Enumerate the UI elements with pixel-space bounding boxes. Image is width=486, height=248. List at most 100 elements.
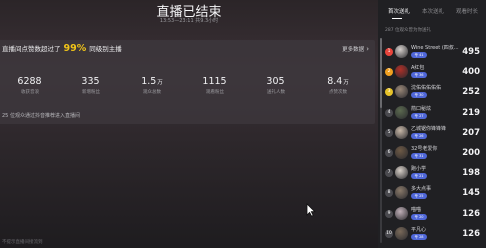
- stats-headline-prefix: 直播间点赞数超过了: [2, 45, 61, 53]
- fan-level-badge: 专 28: [411, 233, 427, 240]
- stat-label: 点赞次数: [329, 90, 347, 95]
- chevron-right-icon: ›: [366, 45, 369, 53]
- stat-value: 1.5: [141, 76, 157, 87]
- gift-score: 207: [462, 127, 480, 138]
- mouse-cursor-icon: [306, 202, 316, 221]
- avatar[interactable]: [395, 125, 408, 139]
- rank-number: 9: [385, 209, 393, 218]
- stat-fan-viewers: 1115 观看粉丝: [185, 76, 245, 95]
- stat-total-viewers: 1.5万 观众总数: [122, 76, 182, 95]
- avatar[interactable]: [395, 166, 408, 180]
- stat-value: 305: [266, 76, 285, 87]
- stat-gift-senders: 305 送礼人数: [246, 76, 306, 95]
- gift-score: 126: [462, 228, 480, 239]
- more-data-link[interactable]: 更多数据 ›: [342, 45, 369, 53]
- rank-number: 8: [385, 189, 393, 198]
- user-name: 32号老爱你: [411, 146, 438, 152]
- stat-likes: 8.4万 点赞次数: [308, 76, 368, 95]
- fan-level-badge: 专 36: [411, 72, 427, 79]
- rank-number: 7: [385, 169, 393, 178]
- fan-level-badge: 专 25: [411, 193, 427, 200]
- avatar[interactable]: [395, 85, 408, 99]
- stat-label: 观看粉丝: [206, 90, 224, 95]
- stat-label: 观众总数: [143, 90, 161, 95]
- gift-score: 495: [462, 47, 480, 57]
- gift-score: 200: [462, 148, 480, 158]
- tab-watch-time[interactable]: 观看时长: [456, 7, 478, 15]
- stat-label: 送礼人数: [267, 90, 285, 95]
- bottom-hint: 不提示直播间接流到: [2, 240, 43, 245]
- tab-this-gift[interactable]: 本次送礼: [422, 7, 444, 15]
- rank-number: 10: [385, 229, 393, 238]
- avatar[interactable]: [395, 226, 408, 240]
- ranking-row[interactable]: 4 箭口秘炫专 27 219: [385, 103, 486, 124]
- stat-value: 1115: [202, 76, 227, 87]
- gift-score: 219: [462, 107, 480, 118]
- ranking-row[interactable]: 3 沈佑佑佑佑佑专 30 252: [385, 82, 486, 103]
- stat-unit: 万: [157, 80, 163, 86]
- gift-score: 126: [462, 208, 480, 219]
- more-data-label: 更多数据: [342, 47, 365, 53]
- stats-headline: 直播间点赞数超过了 99% 同级别主播: [2, 43, 122, 54]
- fan-level-badge: 专 26: [411, 132, 427, 139]
- gift-score: 198: [462, 168, 480, 179]
- tab-first-gift[interactable]: 首次送礼: [388, 7, 410, 15]
- stat-label: 新增粉丝: [82, 90, 100, 95]
- scrollbar-thumb[interactable]: [380, 38, 382, 108]
- ranking-row[interactable]: 7 跑小学专 21 198: [385, 163, 486, 184]
- ranking-row[interactable]: 2 A红包专 36 400: [385, 62, 486, 83]
- rank-number: 1: [385, 48, 393, 56]
- sidebar-scrollbar[interactable]: [380, 38, 382, 243]
- gift-score: 145: [462, 188, 480, 199]
- live-summary-panel: 直播已结束 13:53—23:11 共9.3小时 直播间点赞数超过了 99% 同级别…: [0, 0, 378, 248]
- rank-number: 4: [385, 108, 393, 117]
- rank-number: 2: [385, 68, 393, 77]
- stat-value: 8.4: [327, 76, 343, 87]
- user-name: 箭口秘炫: [411, 105, 432, 112]
- avatar[interactable]: [395, 146, 408, 159]
- avatar[interactable]: [395, 186, 408, 200]
- ranking-row[interactable]: 6 32号老爱你专 31 200: [385, 143, 486, 164]
- ranking-summary: 287 位观众曾为你送礼: [385, 28, 432, 33]
- user-name: 多大点事: [411, 186, 432, 193]
- rank-number: 6: [385, 149, 393, 157]
- fan-level-badge: 专 30: [411, 92, 427, 99]
- gift-score: 252: [462, 87, 480, 98]
- stat-unit: 万: [343, 80, 349, 86]
- fan-level-badge: 专 20: [411, 213, 427, 220]
- user-name: 喵喵: [411, 206, 422, 213]
- fan-level-badge: 专 27: [411, 112, 427, 119]
- ranking-row[interactable]: 10 平凡心专 28 126: [385, 224, 486, 245]
- stat-gift-income: 6288 收获音浪: [0, 76, 60, 95]
- user-name: 乙城锯你锋锋锋: [411, 125, 447, 132]
- stats-card: 直播间点赞数超过了 99% 同级别主播 更多数据 › 6288 收获音浪 335 新增…: [0, 40, 375, 124]
- avatar[interactable]: [395, 105, 408, 119]
- ranking-row[interactable]: 1 Wine Street (四叔... 专 41 495: [385, 42, 486, 63]
- rank-number: 3: [385, 88, 393, 97]
- ranking-row[interactable]: 5 乙城锯你锋锋锋专 26 207: [385, 123, 486, 144]
- fan-level-badge: 专 41: [411, 52, 427, 58]
- avatar[interactable]: [395, 45, 408, 58]
- avatar[interactable]: [395, 65, 408, 79]
- fan-level-badge: 专 21: [411, 173, 427, 180]
- user-name: 平凡心: [411, 226, 427, 233]
- stats-headline-suffix: 同级别主播: [89, 45, 122, 53]
- stats-headline-percent: 99%: [63, 43, 87, 54]
- user-name: 跑小学: [411, 166, 427, 173]
- ranking-row[interactable]: 8 多大点事专 25 145: [385, 183, 486, 204]
- active-tab-indicator: [392, 18, 402, 19]
- ranking-tabs: 首次送礼 本次送礼 观看时长: [378, 7, 486, 19]
- user-name: A红包: [411, 65, 425, 72]
- stat-label: 收获音浪: [21, 90, 39, 95]
- recommend-note: 25 位观众通过抖音推荐进入直播间: [2, 113, 80, 119]
- rank-number: 5: [385, 128, 393, 137]
- stat-value: 6288: [17, 76, 42, 87]
- ranking-row[interactable]: 9 喵喵专 20 126: [385, 204, 486, 225]
- gift-score: 400: [462, 67, 480, 78]
- fan-level-badge: 专 31: [411, 153, 427, 159]
- user-name: 沈佑佑佑佑佑: [411, 85, 442, 92]
- avatar[interactable]: [395, 206, 408, 220]
- stat-value: 335: [81, 76, 100, 87]
- live-duration: 13:53—23:11 共9.3小时: [159, 18, 219, 24]
- user-name: Wine Street (四叔...: [411, 45, 459, 51]
